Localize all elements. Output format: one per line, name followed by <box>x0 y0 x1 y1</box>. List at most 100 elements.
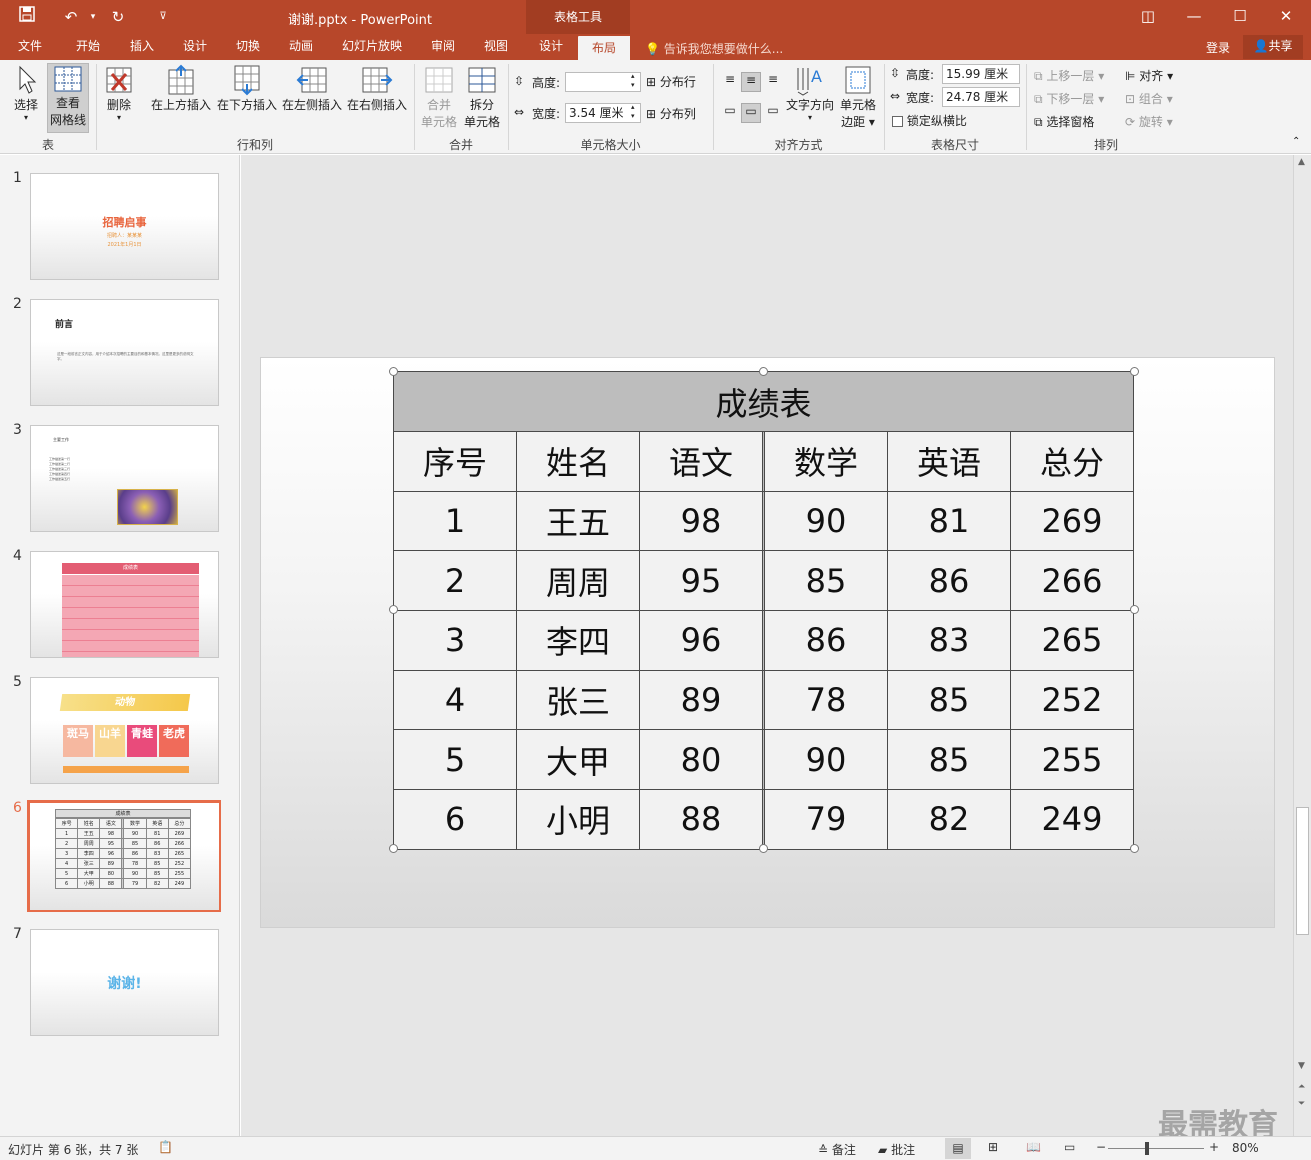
table-header-cell[interactable]: 数学 <box>763 431 888 492</box>
tab-slideshow[interactable]: 幻灯片放映 <box>336 34 408 60</box>
delete-button[interactable]: 删除 ▾ <box>100 64 138 122</box>
tab-home[interactable]: 开始 <box>66 34 110 60</box>
close-button[interactable]: ✕ <box>1263 4 1309 30</box>
slide-sorter-icon[interactable]: ⊞ <box>988 1140 998 1154</box>
maximize-button[interactable]: ☐ <box>1217 4 1263 30</box>
resize-handle-bottom-left[interactable] <box>389 844 398 853</box>
table-cell[interactable]: 90 <box>763 729 888 791</box>
table-cell[interactable]: 85 <box>886 669 1011 731</box>
slide-thumbnail-1[interactable]: 招聘启事 招聘人：某某某 2021年1月1日 <box>30 173 219 280</box>
zoom-slider-thumb[interactable] <box>1145 1142 1149 1155</box>
spellcheck-icon[interactable]: 📋 <box>158 1140 173 1154</box>
table-cell[interactable]: 3 <box>392 610 518 671</box>
align-center-icon[interactable]: ≡ <box>741 72 761 92</box>
table-header-cell[interactable]: 总分 <box>1009 431 1135 492</box>
table-cell[interactable]: 80 <box>639 729 764 791</box>
align-top-icon[interactable]: ▭ <box>720 103 740 123</box>
text-direction-button[interactable]: A 文字方向 ▾ <box>786 64 834 122</box>
tell-me-search[interactable]: 💡 告诉我您想要做什么... <box>645 40 783 57</box>
table-cell[interactable]: 78 <box>763 669 888 731</box>
resize-handle-top-left[interactable] <box>389 367 398 376</box>
table-cell[interactable]: 2 <box>392 550 518 612</box>
cell-margins-button[interactable]: 单元格 边距 ▾ <box>836 64 880 130</box>
table-cell[interactable]: 266 <box>1009 550 1135 612</box>
tab-design[interactable]: 设计 <box>173 34 217 60</box>
lock-aspect-ratio-checkbox[interactable]: 锁定纵横比 <box>892 112 967 129</box>
table-header-cell[interactable]: 语文 <box>639 431 764 492</box>
group-button[interactable]: ⊡ 组合 ▾ <box>1125 90 1173 107</box>
redo-icon[interactable]: ↻ <box>107 6 129 28</box>
table-cell[interactable]: 86 <box>763 610 888 671</box>
split-cells-button[interactable]: 拆分 单元格 <box>461 64 503 130</box>
table-cell[interactable]: 82 <box>886 789 1011 850</box>
tab-view[interactable]: 视图 <box>474 34 518 60</box>
next-slide-icon[interactable]: ⏷ <box>1298 1099 1305 1109</box>
table-cell[interactable]: 249 <box>1009 789 1135 850</box>
table-cell[interactable]: 96 <box>639 610 764 671</box>
tab-table-layout[interactable]: 布局 <box>578 36 630 60</box>
slide-thumbnail-7[interactable]: 谢谢! <box>30 929 219 1036</box>
table-cell[interactable]: 5 <box>392 729 518 791</box>
zoom-slider-track[interactable] <box>1108 1148 1204 1149</box>
selection-pane-button[interactable]: ⧉ 选择窗格 <box>1034 113 1094 130</box>
align-left-icon[interactable]: ≡ <box>720 72 740 92</box>
ribbon-display-options-icon[interactable]: ◫ <box>1125 4 1171 30</box>
view-gridlines-button[interactable]: 查看 网格线 <box>47 63 89 133</box>
zoom-out-icon[interactable]: − <box>1096 1140 1106 1154</box>
table-title[interactable]: 成绩表 <box>393 371 1134 432</box>
notes-button[interactable]: ≙ 备注 <box>818 1141 856 1158</box>
table-cell[interactable]: 小明 <box>516 789 641 850</box>
table-cell[interactable]: 4 <box>392 669 518 731</box>
table-cell[interactable]: 85 <box>886 729 1011 791</box>
resize-handle-top-right[interactable] <box>1130 367 1139 376</box>
insert-right-button[interactable]: 在右侧插入 <box>344 64 410 113</box>
table-height-input[interactable]: 15.99 厘米 <box>942 64 1020 84</box>
table-cell[interactable]: 81 <box>886 490 1011 552</box>
reading-view-icon[interactable]: 📖 <box>1026 1140 1041 1154</box>
table-cell[interactable]: 90 <box>763 490 888 552</box>
cell-height-spinner-icon[interactable]: ▴ ▾ <box>631 72 635 90</box>
vertical-scrollbar[interactable]: ▲ ▼ ⏶ ⏷ <box>1293 155 1311 1136</box>
table-cell[interactable]: 李四 <box>516 610 641 671</box>
cell-height-input[interactable] <box>565 72 641 92</box>
scroll-thumb[interactable] <box>1296 807 1309 935</box>
slide-thumbnail-5[interactable]: 动物 斑马 山羊 青蛙 老虎 <box>30 677 219 784</box>
table-cell[interactable]: 89 <box>639 669 764 731</box>
table-cell[interactable]: 252 <box>1009 669 1135 731</box>
resize-handle-bottom[interactable] <box>759 844 768 853</box>
score-table[interactable]: 成绩表 序号 姓名 语文 数学 英语 总分 1 王五 98 90 81 269 2 周周 95 85 86 266… <box>392 371 1135 850</box>
table-cell[interactable]: 6 <box>392 789 518 850</box>
zoom-level[interactable]: 80% <box>1232 1141 1259 1155</box>
rotate-button[interactable]: ⟳ 旋转 ▾ <box>1125 113 1173 130</box>
undo-icon[interactable]: ↶ <box>60 6 82 28</box>
table-cell[interactable]: 255 <box>1009 729 1135 791</box>
tab-review[interactable]: 审阅 <box>421 34 465 60</box>
insert-above-button[interactable]: 在上方插入 <box>148 64 214 113</box>
merge-cells-button[interactable]: 合并 单元格 <box>418 64 460 130</box>
slideshow-icon[interactable]: ▭ <box>1064 1140 1075 1154</box>
table-cell[interactable]: 98 <box>639 490 764 552</box>
tab-animations[interactable]: 动画 <box>279 34 323 60</box>
table-cell[interactable]: 86 <box>886 550 1011 612</box>
comments-button[interactable]: ▰ 批注 <box>878 1141 915 1158</box>
table-cell[interactable]: 周周 <box>516 550 641 612</box>
table-header-cell[interactable]: 英语 <box>886 431 1011 492</box>
select-button[interactable]: 选择 ▾ <box>8 64 44 122</box>
table-width-input[interactable]: 24.78 厘米 <box>942 87 1020 107</box>
cell-width-spinner-icon[interactable]: ▴ ▾ <box>631 103 635 121</box>
slide-thumbnail-6[interactable]: 成绩表 序号 姓名 语文 数学 英语 总分 1 王五 98 90 81 269 2 周周 95 85 86 266… <box>30 803 219 910</box>
align-middle-icon[interactable]: ▭ <box>741 103 761 123</box>
tab-table-design[interactable]: 设计 <box>529 34 573 60</box>
resize-handle-bottom-right[interactable] <box>1130 844 1139 853</box>
tab-insert[interactable]: 插入 <box>120 34 164 60</box>
slide-thumbnail-4[interactable]: 成绩表 <box>30 551 219 658</box>
scroll-down-icon[interactable]: ▼ <box>1298 1061 1305 1071</box>
table-cell[interactable]: 269 <box>1009 490 1135 552</box>
cell-width-input[interactable]: 3.54 厘米 <box>565 103 641 123</box>
tab-file[interactable]: 文件 <box>8 34 52 60</box>
tab-transitions[interactable]: 切换 <box>226 34 270 60</box>
signin-link[interactable]: 登录 <box>1206 39 1230 56</box>
normal-view-icon[interactable]: ▤ <box>945 1138 971 1159</box>
zoom-in-icon[interactable]: + <box>1209 1140 1219 1154</box>
collapse-ribbon-icon[interactable]: ⌃ <box>1292 136 1300 147</box>
